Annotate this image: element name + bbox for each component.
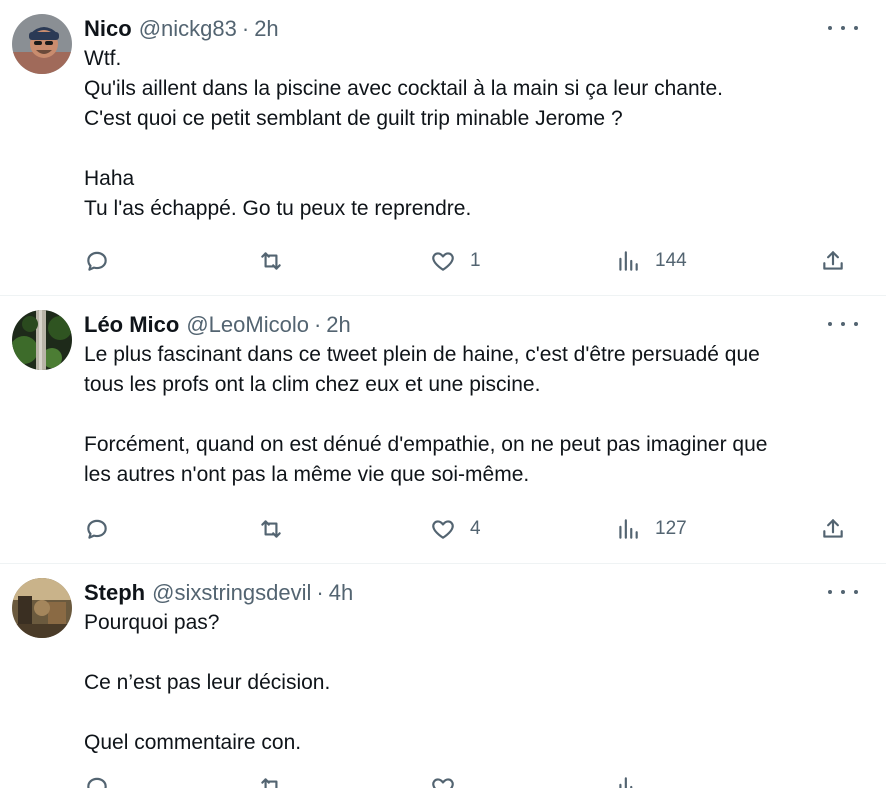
- more-icon: [854, 322, 858, 326]
- author-handle[interactable]: @sixstringsdevil: [152, 578, 311, 608]
- views-button[interactable]: 127: [615, 516, 687, 542]
- reply-button[interactable]: [84, 248, 124, 274]
- tweet-actions: [0, 754, 886, 788]
- text-line: Pourquoi pas?: [84, 611, 220, 634]
- header-separator: ·: [316, 580, 324, 605]
- tweet-actions: 4 127: [0, 496, 886, 562]
- author-name[interactable]: Léo Mico: [84, 310, 179, 340]
- like-button[interactable]: [430, 774, 456, 788]
- avatar-image-nico: [12, 14, 72, 74]
- heart-icon: [432, 778, 454, 788]
- like-button[interactable]: 1: [430, 248, 481, 274]
- tweet-leo-mico[interactable]: Léo Mico @LeoMicolo · 2h Le plus fascina…: [0, 295, 886, 563]
- like-button[interactable]: 4: [430, 516, 481, 542]
- views-button[interactable]: 144: [615, 248, 687, 274]
- tweet-time[interactable]: 2h: [326, 310, 350, 340]
- retweet-button[interactable]: [258, 516, 298, 542]
- text-line: Qu'ils aillent dans la piscine avec cock…: [84, 77, 723, 100]
- share-button[interactable]: [820, 516, 846, 542]
- reply-button[interactable]: [84, 774, 110, 788]
- tweet-text: Pourquoi pas? Ce n’est pas leur décision…: [84, 608, 856, 758]
- tweet-actions: 1 144: [0, 228, 886, 294]
- author-name[interactable]: Steph: [84, 578, 145, 608]
- retweet-button[interactable]: [258, 248, 298, 274]
- text-line: Tu l'as échappé. Go tu peux te reprendre…: [84, 197, 472, 220]
- author-handle[interactable]: @nickg83: [139, 14, 237, 44]
- tweet-steph[interactable]: Steph @sixstringsdevil · 4h Pourquoi pas…: [0, 563, 886, 788]
- retweet-icon: [261, 252, 281, 270]
- tweet-header: Steph @sixstringsdevil · 4h: [84, 578, 856, 608]
- avatar-image-steph: [12, 578, 72, 638]
- text-line: les autres n'ont pas la même vie que soi…: [84, 463, 530, 486]
- heart-icon: [432, 520, 454, 539]
- views-count: 144: [655, 250, 687, 271]
- reply-icon: [87, 251, 107, 271]
- author-handle[interactable]: @LeoMicolo: [186, 310, 309, 340]
- views-icon: [619, 251, 638, 271]
- tweet-header: Nico @nickg83 · 2h: [84, 14, 856, 44]
- reply-feed: Nico @nickg83 · 2h Wtf. Qu'ils aillent d…: [0, 0, 886, 788]
- avatar-image-leo: [12, 310, 72, 370]
- avatar[interactable]: [12, 578, 72, 638]
- tweet-time[interactable]: 4h: [329, 578, 353, 608]
- author-name[interactable]: Nico: [84, 14, 132, 44]
- more-options-button[interactable]: [828, 18, 858, 38]
- retweet-icon: [261, 520, 281, 538]
- more-icon: [828, 590, 832, 594]
- text-line: Le plus fascinant dans ce tweet plein de…: [84, 343, 760, 366]
- text-line: [84, 400, 856, 430]
- more-icon: [841, 322, 845, 326]
- reply-button[interactable]: [84, 516, 124, 542]
- header-separator: ·: [241, 16, 250, 41]
- heart-icon: [432, 252, 454, 271]
- share-icon: [823, 251, 843, 270]
- tweet-text: Wtf. Qu'ils aillent dans la piscine avec…: [84, 44, 856, 224]
- more-icon: [854, 590, 858, 594]
- views-button[interactable]: [615, 774, 641, 788]
- retweet-icon: [261, 778, 278, 788]
- tweet-header: Léo Mico @LeoMicolo · 2h: [84, 310, 856, 340]
- more-icon: [841, 590, 845, 594]
- share-button[interactable]: [820, 248, 846, 274]
- more-icon: [828, 322, 832, 326]
- text-line: Wtf.: [84, 47, 122, 70]
- tweet-time[interactable]: 2h: [254, 14, 278, 44]
- more-icon: [854, 26, 858, 30]
- more-icon: [841, 26, 845, 30]
- text-line: tous les profs ont la clim chez eux et u…: [84, 373, 541, 396]
- text-line: C'est quoi ce petit semblant de guilt tr…: [84, 107, 623, 130]
- tweet-text: Le plus fascinant dans ce tweet plein de…: [84, 340, 856, 490]
- text-line: Forcément, quand on est dénué d'empathie…: [84, 433, 768, 456]
- text-line: Ce n’est pas leur décision.: [84, 671, 331, 694]
- tweet-nico[interactable]: Nico @nickg83 · 2h Wtf. Qu'ils aillent d…: [0, 0, 886, 295]
- text-line: Haha: [84, 167, 135, 190]
- retweet-button[interactable]: [258, 774, 284, 788]
- more-options-button[interactable]: [828, 582, 858, 602]
- text-line: [84, 638, 856, 668]
- views-icon: [619, 519, 638, 539]
- avatar[interactable]: [12, 310, 72, 370]
- reply-icon: [87, 777, 107, 788]
- like-count: 1: [470, 250, 481, 271]
- more-options-button[interactable]: [828, 314, 858, 334]
- avatar[interactable]: [12, 14, 72, 74]
- views-icon: [619, 777, 633, 788]
- header-separator: ·: [313, 312, 322, 337]
- views-count: 127: [655, 518, 687, 539]
- share-icon: [823, 519, 843, 538]
- like-count: 4: [470, 518, 481, 539]
- text-line: [84, 134, 856, 164]
- text-line: [84, 698, 856, 728]
- reply-icon: [87, 519, 107, 539]
- more-icon: [828, 26, 832, 30]
